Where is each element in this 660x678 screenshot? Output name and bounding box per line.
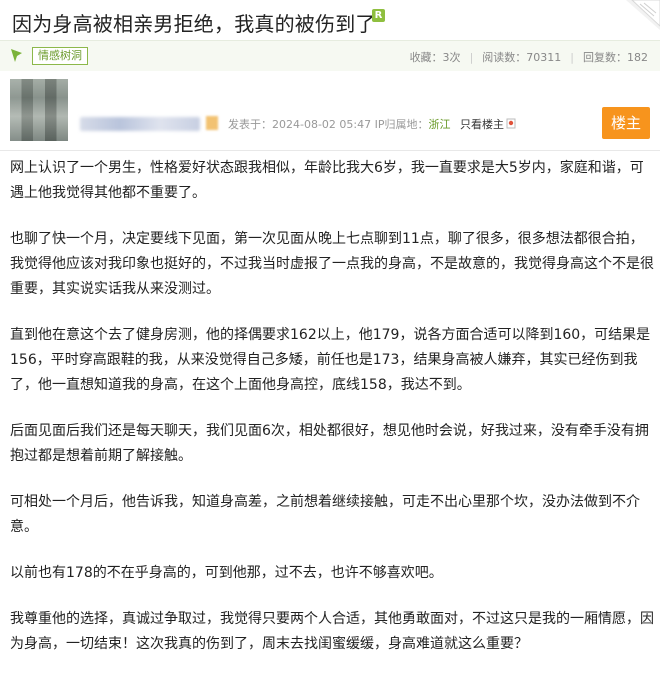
divider [0,150,660,151]
pin-icon [506,118,516,129]
author-row: 发表于：2024-08-02 05:47 IP归属地：浙江 只看楼主 楼主 [0,71,660,151]
thread-info-bar: 情感树洞 收藏：3次 | 阅读数：70311 | 回复数：182 [0,40,660,72]
title-bar: 因为身高被相亲男拒绝，我真的被伤到了 R [0,0,660,38]
paragraph: 后面见面后我们还是每天聊天，我们见面6次，相处都很好，想见他时会说，好我过来，没… [10,423,649,464]
paragraph: 我尊重他的选择，真诚过争取过，我觉得只要两个人合适，其他勇敢面对，不过这只是我的… [10,611,654,652]
level-badge-blurred [206,116,218,130]
username-blurred[interactable] [80,117,200,131]
recommend-badge: R [372,9,385,22]
reads-count: 阅读数：70311 [482,51,562,64]
post-time: 发表于：2024-08-02 05:47 [228,118,372,131]
flag-icon [11,49,22,62]
favorites-count[interactable]: 收藏：3次 [410,51,461,64]
paragraph: 直到他在意这个去了健身房测，他的择偶要求162以上，他179，说各方面合适可以降… [10,327,651,393]
replies-count: 回复数：182 [583,51,648,64]
op-button[interactable]: 楼主 [602,107,650,139]
paragraph: 网上认识了一个男生，性格爱好状态跟我相似，年龄比我大6岁，我一直要求是大5岁内，… [10,160,644,201]
ip-location: 浙江 [428,118,451,131]
only-op-link[interactable]: 只看楼主 [460,118,504,131]
paragraph: 以前也有178的不在乎身高的，可到他那，过不去，也许不够喜欢吧。 [10,565,443,581]
post-meta: 发表于：2024-08-02 05:47 IP归属地：浙江 只看楼主 [228,116,516,132]
thread-stats: 收藏：3次 | 阅读数：70311 | 回复数：182 [409,51,648,64]
page-corner-icon[interactable] [626,0,660,30]
ip-label: IP归属地： [374,118,429,131]
category-tag[interactable]: 情感树洞 [32,47,88,65]
avatar[interactable] [10,79,68,141]
paragraph: 可相处一个月后，他告诉我，知道身高差，之前想着继续接触，可走不出心里那个坎，没办… [10,494,640,535]
post-content: 网上认识了一个男生，性格爱好状态跟我相似，年龄比我大6岁，我一直要求是大5岁内，… [10,156,654,678]
paragraph: 也聊了快一个月，决定要线下见面，第一次见面从晚上七点聊到11点，聊了很多，很多想… [10,231,654,297]
page-title: 因为身高被相亲男拒绝，我真的被伤到了 [12,12,376,36]
